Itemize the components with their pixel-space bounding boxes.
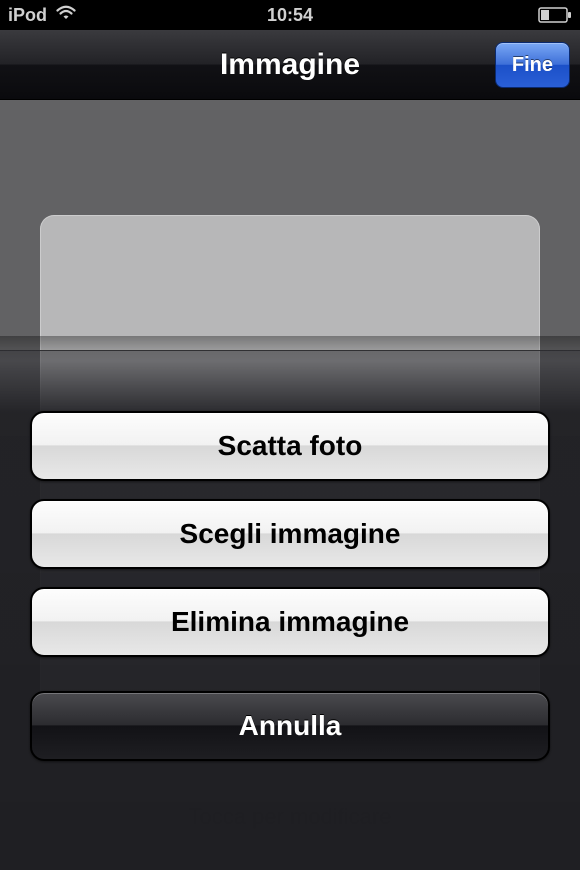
status-left: iPod: [8, 5, 77, 26]
carrier-label: iPod: [8, 5, 47, 26]
nav-bar: Immagine Fine: [0, 30, 580, 100]
sheet-top-shadow: [0, 336, 580, 361]
screen: iPod 10:54 Immagine Fine Tocca per modi: [0, 0, 580, 870]
clock: 10:54: [267, 5, 313, 26]
delete-image-button[interactable]: Elimina immagine: [30, 587, 550, 657]
done-button[interactable]: Fine: [495, 42, 570, 88]
action-sheet: Scatta foto Scegli immagine Elimina imma…: [0, 350, 580, 870]
cancel-button[interactable]: Annulla: [30, 691, 550, 761]
choose-image-button[interactable]: Scegli immagine: [30, 499, 550, 569]
take-photo-button[interactable]: Scatta foto: [30, 411, 550, 481]
wifi-icon: [55, 5, 77, 26]
battery-icon: [538, 7, 572, 23]
page-title: Immagine: [220, 48, 360, 82]
status-bar: iPod 10:54: [0, 0, 580, 30]
